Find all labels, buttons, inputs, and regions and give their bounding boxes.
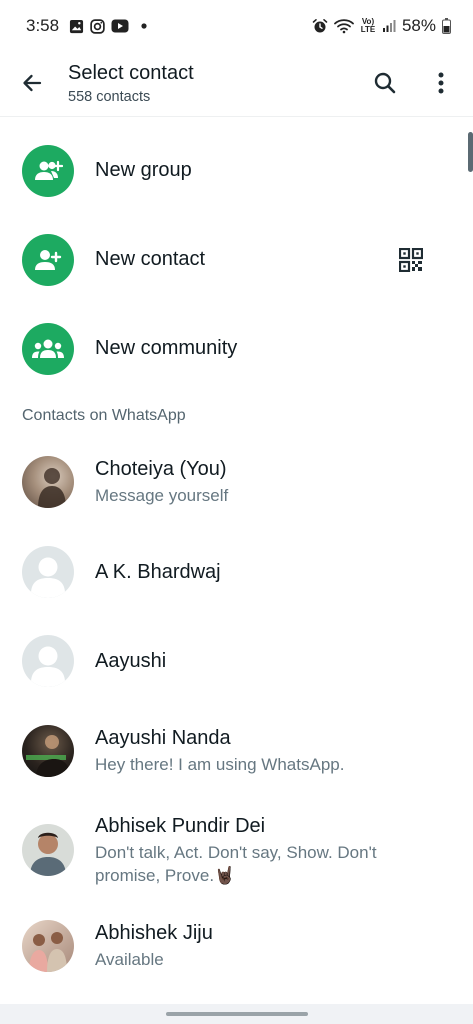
notification-dot-icon — [141, 23, 147, 29]
contact-name: Abhisek Pundir Dei — [95, 814, 266, 837]
profile-photo-icon — [30, 832, 66, 876]
header-divider — [0, 116, 473, 117]
group-add-icon — [35, 160, 63, 180]
qr-code-button[interactable] — [393, 242, 429, 278]
contact-list: New group New contact New community Cont… — [0, 126, 473, 989]
contact-row[interactable]: Abhisek Pundir Dei Don't talk, Act. Don'… — [0, 797, 473, 903]
app-bar: Select contact 558 contacts — [0, 52, 473, 114]
contact-status: Available — [95, 950, 164, 969]
contact-avatar — [22, 824, 74, 876]
battery-icon — [442, 18, 451, 34]
community-icon — [32, 339, 64, 358]
battery-percent: 58% — [401, 16, 436, 35]
contact-status: Don't talk, Act. Don't say, Show. Don't … — [95, 842, 377, 885]
contact-avatar — [22, 920, 74, 972]
profile-photo-icon — [29, 932, 67, 972]
profile-photo-icon — [26, 735, 70, 777]
contact-name: Aayushi Nanda — [95, 727, 231, 749]
contact-name: Choteiya (You) — [95, 458, 227, 480]
instagram-icon — [90, 18, 105, 34]
new-group-label: New group — [95, 159, 192, 181]
signal-icon — [382, 19, 396, 33]
new-contact-label: New contact — [95, 248, 206, 270]
profile-photo-icon — [38, 468, 66, 508]
new-community-row[interactable]: New community — [0, 304, 473, 393]
new-community-label: New community — [95, 337, 238, 359]
new-group-avatar — [22, 144, 74, 197]
search-icon — [374, 72, 396, 94]
new-group-row[interactable]: New group — [0, 126, 473, 215]
contact-row[interactable]: Choteiya (You) Message yourself — [0, 436, 473, 528]
contact-name: Aayushi — [95, 649, 167, 672]
contact-status: Message yourself — [95, 486, 229, 505]
qr-code-icon — [399, 247, 423, 272]
page-title: Select contact — [68, 61, 194, 84]
contact-name: Abhishek Jiju — [95, 922, 213, 944]
new-contact-row[interactable]: New contact — [0, 215, 473, 304]
contact-row[interactable]: Aayushi Nanda Hey there! I am using What… — [0, 705, 473, 797]
more-vert-icon — [438, 72, 444, 94]
youtube-icon — [111, 19, 129, 33]
home-gesture-handle[interactable] — [165, 1012, 308, 1016]
contact-row[interactable]: A K. Bhardwaj — [0, 528, 473, 616]
search-button[interactable] — [357, 55, 413, 111]
person-add-icon — [35, 249, 62, 270]
new-contact-avatar — [22, 233, 74, 286]
contact-avatar — [22, 725, 74, 777]
alarm-icon — [312, 18, 328, 34]
contact-row[interactable]: Aayushi — [0, 616, 473, 705]
contact-name: A K. Bhardwaj — [95, 561, 221, 583]
default-avatar-icon — [31, 557, 65, 598]
more-options-button[interactable] — [413, 55, 469, 111]
title-block: Select contact 558 contacts — [68, 61, 194, 106]
default-avatar-icon — [31, 646, 65, 687]
contacts-count: 558 contacts — [68, 88, 151, 105]
status-bar: 3:58 Vo) LTE 58% — [0, 0, 473, 52]
network-type-label: Vo) LTE — [360, 17, 376, 34]
status-time: 3:58 — [26, 16, 60, 35]
contact-row[interactable]: Abhishek Jiju Available — [0, 903, 473, 989]
back-button[interactable] — [0, 55, 64, 111]
contact-status: Hey there! I am using WhatsApp. — [95, 755, 345, 774]
section-header: Contacts on WhatsApp — [22, 407, 186, 424]
wifi-icon — [334, 18, 354, 34]
contact-avatar — [22, 546, 74, 598]
contact-avatar — [22, 634, 74, 687]
arrow-back-icon — [23, 74, 42, 92]
system-nav-bar — [0, 1004, 473, 1024]
contact-avatar — [22, 456, 74, 508]
gallery-icon — [69, 19, 84, 34]
new-community-avatar — [22, 322, 74, 375]
